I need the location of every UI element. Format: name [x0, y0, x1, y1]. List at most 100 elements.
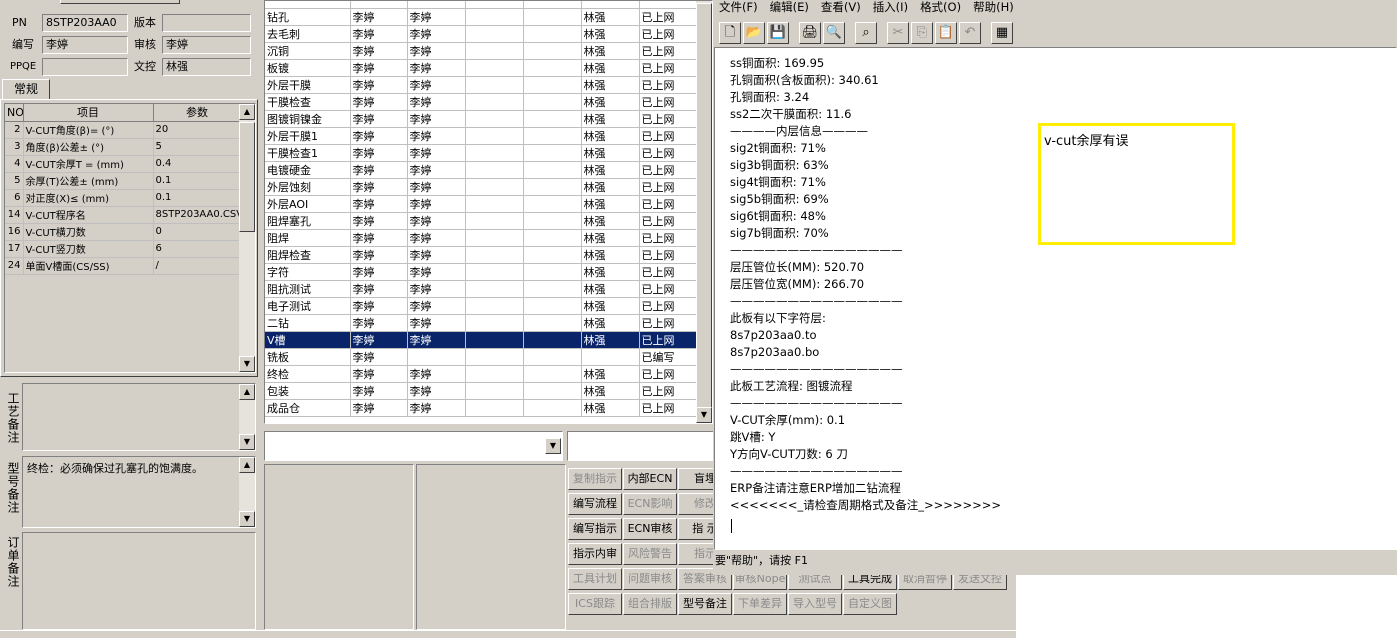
params-row[interactable]: 24 单面V槽面(CS/SS) /	[5, 257, 242, 275]
print-icon[interactable]: 🖨	[799, 22, 821, 44]
paste-icon[interactable]: 📋	[935, 22, 957, 44]
action-button[interactable]: 工具计划	[568, 568, 622, 590]
scroll-down-icon[interactable]: ▼	[696, 407, 712, 423]
chevron-down-icon[interactable]: ▼	[545, 438, 561, 454]
action-button[interactable]: 风险警告	[623, 543, 677, 565]
open-icon[interactable]: 📂	[743, 22, 765, 44]
params-row[interactable]: 3 角度(β)公差± (°) 5	[5, 138, 242, 156]
params-row[interactable]: 17 V-CUT竖刀数 6	[5, 240, 242, 258]
annotation-box[interactable]: v-cut余厚有误	[1038, 123, 1235, 245]
process-row[interactable]: 外层AOI 李婷 李婷 林强 已上网	[265, 195, 697, 213]
process-row[interactable]: 外层干膜1 李婷 李婷 林强 已上网	[265, 127, 697, 145]
datetime-icon[interactable]: ▦	[991, 22, 1013, 44]
menu-item[interactable]: 插入(I)	[873, 0, 908, 14]
process-scrollbar[interactable]: ▼	[696, 1, 712, 423]
process-row[interactable]: 阻焊检查 李婷 李婷 林强 已上网	[265, 246, 697, 264]
scroll-down-icon[interactable]: ▼	[239, 356, 255, 372]
process-cell-name: 字符	[265, 263, 351, 281]
action-button[interactable]: ECN影响	[623, 493, 677, 515]
action-button[interactable]: 复制指示	[568, 468, 622, 490]
menu-item[interactable]: 编辑(E)	[770, 0, 809, 14]
pn-field[interactable]: 8STP203AA0	[42, 14, 128, 32]
params-row[interactable]: 14 V-CUT程序名 8STP203AA0.CSV	[5, 206, 242, 224]
params-cell-item: V-CUT角度(β)= (°)	[23, 121, 154, 139]
ppqe-field[interactable]	[42, 58, 128, 76]
process-row[interactable]: 电子测试 李婷 李婷 林强 已上网	[265, 297, 697, 315]
tab-general[interactable]: 常规	[2, 79, 50, 100]
menu-item[interactable]: 文件(F)	[719, 0, 758, 14]
annotation-text: v-cut余厚有误	[1044, 134, 1129, 149]
action-button[interactable]: 编写流程	[568, 493, 622, 515]
process-row[interactable]: 外层蚀刻 李婷 李婷 林强 已上网	[265, 178, 697, 196]
params-row[interactable]: 2 V-CUT角度(β)= (°) 20	[5, 121, 242, 139]
action-button[interactable]: 内部ECN	[623, 468, 677, 490]
process-row[interactable]: 成品仓 李婷 李婷 林强 已上网	[265, 399, 697, 417]
scroll-thumb[interactable]	[239, 122, 255, 232]
process-cell-a: 李婷	[350, 246, 408, 264]
process-row[interactable]: 阻焊 李婷 李婷 林强 已上网	[265, 229, 697, 247]
process-row[interactable]: 二钻 李婷 李婷 林强 已上网	[265, 314, 697, 332]
menu-item[interactable]: 查看(V)	[821, 0, 861, 14]
scroll-down-icon[interactable]: ▼	[239, 434, 255, 450]
cut-icon[interactable]: ✂	[887, 22, 909, 44]
process-row[interactable]: 干膜检查1 李婷 李婷 林强 已上网	[265, 144, 697, 162]
doc-control-field[interactable]: 林强	[162, 58, 251, 76]
menu-item[interactable]: 格式(O)	[920, 0, 961, 14]
scroll-up-icon[interactable]: ▲	[239, 104, 255, 120]
process-row[interactable]: 沉铜 李婷 李婷 林强 已上网	[265, 42, 697, 60]
model-notes-box[interactable]: 终检：必须确保过孔塞孔的饱满度。 ▲ ▼	[22, 456, 256, 528]
model-notes-scrollbar[interactable]: ▲ ▼	[239, 457, 255, 527]
process-combo-1[interactable]: ▼	[264, 431, 563, 461]
process-row[interactable]: 干膜检查 李婷 李婷 林强 已上网	[265, 93, 697, 111]
process-notes-scrollbar[interactable]: ▲ ▼	[239, 384, 255, 450]
new-icon[interactable]: 🗋	[719, 22, 741, 44]
action-button[interactable]: ECN审核	[623, 518, 677, 540]
scroll-thumb[interactable]	[696, 3, 712, 409]
version-field[interactable]	[162, 14, 251, 32]
find-icon[interactable]: ⌕	[855, 22, 877, 44]
save-icon[interactable]: 💾	[767, 22, 789, 44]
process-row[interactable]: 字符 李婷 李婷 林强 已上网	[265, 263, 697, 281]
process-row[interactable]: 图镀铜镍金 李婷 李婷 林强 已上网	[265, 110, 697, 128]
scroll-down-icon[interactable]: ▼	[239, 511, 255, 527]
process-row[interactable]: 板镀 李婷 李婷 林强 已上网	[265, 59, 697, 77]
params-row[interactable]: 16 V-CUT横刀数 0	[5, 223, 242, 241]
process-row[interactable]: 钻孔 李婷 李婷 林强 已上网	[265, 8, 697, 26]
process-row[interactable]: 包装 李婷 李婷 林强 已上网	[265, 382, 697, 400]
copy-icon[interactable]: ⎘	[911, 22, 933, 44]
params-row[interactable]: 6 对正度(X)≤ (mm) 0.1	[5, 189, 242, 207]
process-row[interactable]: 铣板 李婷 已编写	[265, 348, 697, 366]
action-button[interactable]: 组合排版	[623, 593, 677, 615]
process-cell-b: 李婷	[407, 110, 466, 128]
params-scrollbar[interactable]: ▲ ▼	[239, 104, 255, 372]
action-button[interactable]: 编写指示	[568, 518, 622, 540]
order-notes-box[interactable]	[22, 532, 256, 630]
action-button[interactable]: 问题审核	[623, 568, 677, 590]
action-button[interactable]: 下单差异	[733, 593, 787, 615]
action-button[interactable]: ICS跟踪	[568, 593, 622, 615]
process-row[interactable]: 去毛刺 李婷 李婷 林强 已上网	[265, 25, 697, 43]
scroll-up-icon[interactable]: ▲	[239, 384, 255, 400]
process-combo-2[interactable]	[567, 431, 717, 461]
process-row[interactable]: 电镀硬金 李婷 李婷 林强 已上网	[265, 161, 697, 179]
menu-item[interactable]: 帮助(H)	[973, 0, 1014, 14]
document-line: 此板有以下字符层:	[730, 311, 826, 325]
process-notes-box[interactable]: ▲ ▼	[22, 383, 256, 451]
action-button[interactable]: 指示内审	[568, 543, 622, 565]
process-row[interactable]: V槽 李婷 李婷 林强 已上网	[265, 331, 697, 349]
params-row[interactable]: 5 余厚(T)公差± (mm) 0.1	[5, 172, 242, 190]
process-row[interactable]: 阻焊塞孔 李婷 李婷 林强 已上网	[265, 212, 697, 230]
process-row[interactable]: 终检 李婷 李婷 林强 已上网	[265, 365, 697, 383]
editor-document[interactable]: ss铜面积: 169.95 孔铜面积(含板面积): 340.61 孔铜面积: 3.2…	[714, 47, 1397, 550]
undo-icon[interactable]: ↶	[959, 22, 981, 44]
action-button[interactable]: 型号备注	[678, 593, 732, 615]
scroll-up-icon[interactable]: ▲	[239, 457, 255, 473]
process-row[interactable]: 外层干膜 李婷 李婷 林强 已上网	[265, 76, 697, 94]
params-row[interactable]: 4 V-CUT余厚T = (mm) 0.4	[5, 155, 242, 173]
process-row[interactable]: 阻抗测试 李婷 李婷 林强 已上网	[265, 280, 697, 298]
action-button[interactable]: 自定义图	[843, 593, 897, 615]
review-field[interactable]: 李婷	[162, 36, 251, 54]
author-field[interactable]: 李婷	[42, 36, 128, 54]
action-button[interactable]: 导入型号	[788, 593, 842, 615]
preview-icon[interactable]: 🔍	[823, 22, 845, 44]
